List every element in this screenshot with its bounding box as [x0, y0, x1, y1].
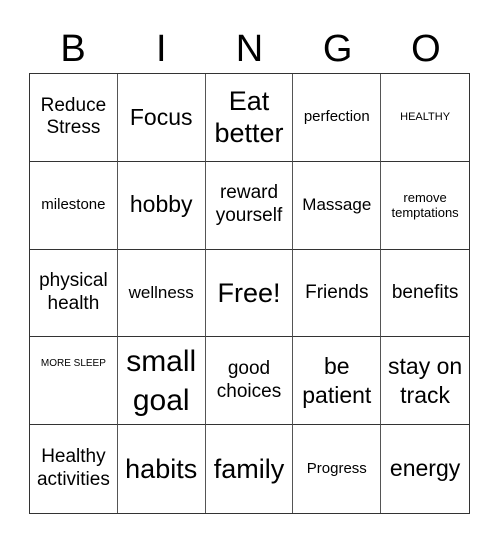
bingo-cell[interactable]: energy	[381, 425, 469, 513]
bingo-cell[interactable]: hobby	[117, 161, 206, 250]
free-space-cell[interactable]: Free!	[205, 249, 294, 338]
bingo-cell[interactable]: HEALTHY	[381, 74, 469, 162]
bingo-cell[interactable]: physical health	[30, 249, 118, 338]
header-letter-b: B	[60, 28, 86, 70]
bingo-cell[interactable]: family	[206, 425, 294, 513]
bingo-cell[interactable]: small goal	[117, 337, 206, 426]
bingo-cell[interactable]: remove temptations	[381, 162, 469, 250]
bingo-cell[interactable]: Progress	[293, 425, 382, 513]
bingo-cell[interactable]: Healthy activities	[30, 425, 118, 513]
bingo-cell[interactable]: benefits	[381, 250, 469, 338]
bingo-cell[interactable]: wellness	[117, 249, 206, 338]
bingo-cell[interactable]: perfection	[293, 74, 382, 162]
bingo-cell[interactable]: Massage	[293, 161, 382, 250]
bingo-cell[interactable]: be patient	[293, 337, 382, 426]
header-letter-o: O	[411, 28, 441, 70]
bingo-cell[interactable]: habits	[118, 425, 206, 513]
bingo-cell[interactable]: Friends	[293, 249, 382, 338]
bingo-cell[interactable]: Focus	[117, 74, 206, 162]
bingo-cell[interactable]: Eat better	[205, 74, 294, 162]
header-letter-n: N	[235, 28, 264, 70]
bingo-header: B I N G O	[29, 26, 470, 72]
header-letter-g: G	[322, 28, 353, 70]
bingo-cell[interactable]: MORE SLEEP	[30, 337, 118, 426]
bingo-cell[interactable]: good choices	[205, 337, 294, 426]
bingo-cell[interactable]: reward yourself	[205, 161, 294, 250]
header-letter-i: I	[156, 28, 167, 70]
bingo-cell[interactable]: Reduce Stress	[30, 74, 118, 162]
bingo-card-grid: Reduce Stress Focus Eat better perfectio…	[29, 73, 470, 514]
bingo-cell[interactable]: stay on track	[381, 337, 469, 426]
bingo-cell[interactable]: milestone	[30, 161, 118, 250]
